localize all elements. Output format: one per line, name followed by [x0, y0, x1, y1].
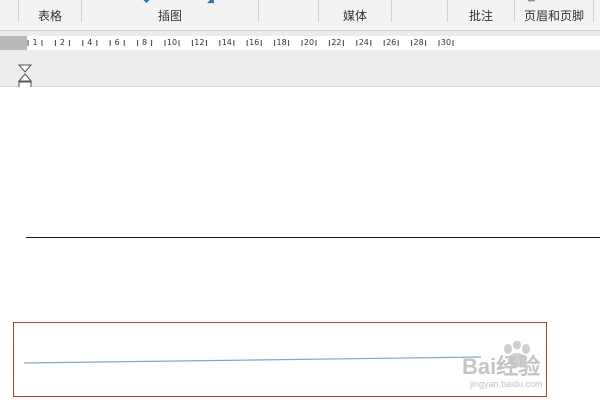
watermark-url: jingyan.baidu.com	[470, 379, 543, 389]
ribbon-group-header-footer[interactable]: 页眉和页脚	[515, 0, 593, 30]
ribbon-group-comments[interactable]: 批注	[448, 0, 514, 30]
watermark-brand: Bai经验	[462, 354, 541, 379]
ruler-label: 20	[303, 38, 315, 47]
group-separator	[391, 0, 392, 22]
ruler-label: 12	[194, 38, 205, 47]
ribbon-group-tables[interactable]: 表格	[19, 0, 81, 30]
ruler-label: 2	[59, 38, 65, 47]
ruler-label: 8	[142, 38, 148, 47]
ruler-label: 18	[276, 38, 287, 47]
ruler-label: 6	[114, 38, 120, 47]
ruler-label: 28	[413, 38, 424, 47]
horizontal-ruler[interactable]: 1 2 4 6 8 10 12 14 16 18 20 22 24 26 28 30	[27, 36, 600, 50]
ruler-label: 30	[440, 38, 452, 47]
ruler-label: 26	[386, 38, 397, 47]
ruler-label: 1	[32, 38, 38, 47]
ruler-label: 16	[249, 38, 260, 47]
ruler-label: 22	[331, 38, 342, 47]
ruler-label: 10	[166, 38, 178, 47]
ribbon-group-illustrations[interactable]: 插图	[82, 0, 258, 30]
ruler-label: 14	[221, 38, 232, 47]
ruler-margin	[0, 36, 27, 50]
ribbon-group-media[interactable]: 媒体	[319, 0, 391, 30]
ruler-label: 24	[358, 38, 369, 47]
horizontal-line[interactable]	[26, 237, 600, 238]
group-separator	[258, 0, 259, 22]
ruler-label: 4	[87, 38, 93, 47]
ruler-area: 1 2 4 6 8 10 12 14 16 18 20 22 24 26 28 30	[0, 31, 600, 90]
watermark: Bai经验 jingyan.baidu.com	[452, 341, 582, 401]
document-page[interactable]: Bai经验 jingyan.baidu.com	[0, 87, 600, 412]
ribbon-group-labels: ◆ ◢ ▬ 表格 插图 媒体 批注 页眉和页脚	[0, 0, 600, 31]
group-separator	[593, 0, 594, 22]
